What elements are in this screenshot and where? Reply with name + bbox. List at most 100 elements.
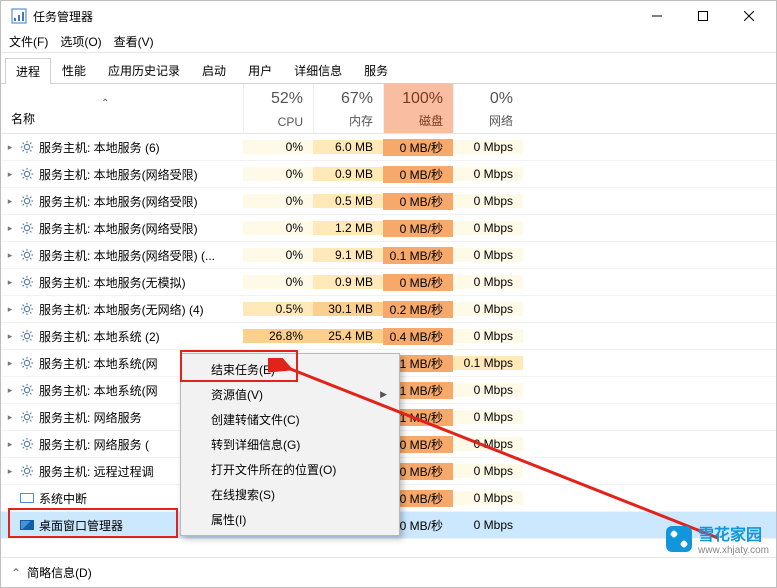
process-name: 服务主机: 本地系统(网: [39, 382, 158, 399]
maximize-button[interactable]: [680, 1, 726, 31]
footer-label[interactable]: 简略信息(D): [27, 564, 92, 581]
sort-caret-icon: ⌃: [101, 98, 109, 109]
context-menu-label: 转到详细信息(G): [211, 436, 300, 453]
metric-cell: 1.2 MB: [313, 221, 383, 235]
tab-5[interactable]: 详细信息: [283, 57, 353, 83]
metric-cell: 0 Mbps: [453, 464, 523, 478]
metric-cell: 0%: [243, 140, 313, 154]
gear-icon: [19, 274, 35, 290]
metric-cell: 0 Mbps: [453, 140, 523, 154]
gear-icon: [19, 355, 35, 371]
table-row[interactable]: ▸服务主机: 本地系统 (2)26.8%25.4 MB0.4 MB/秒0 Mbp…: [1, 323, 776, 350]
process-name: 服务主机: 网络服务: [39, 409, 142, 426]
col-header-内存[interactable]: 67%内存: [313, 84, 383, 133]
metric-cell: 0 MB/秒: [383, 220, 453, 237]
col-header-网络[interactable]: 0%网络: [453, 84, 523, 133]
expand-toggle[interactable]: ▸: [5, 412, 15, 423]
gear-icon: [19, 382, 35, 398]
tab-6[interactable]: 服务: [353, 57, 399, 83]
metric-cell: 0 Mbps: [453, 221, 523, 235]
gear-icon: [19, 301, 35, 317]
column-header: ⌃ 名称 52%CPU67%内存100%磁盘0%网络: [1, 84, 776, 134]
metric-cell: 0 Mbps: [453, 518, 523, 532]
process-name-cell: ▸ 服务主机: 本地系统 (2): [1, 328, 243, 345]
process-name-cell: ▸ 服务主机: 本地服务(网络受限): [1, 220, 243, 237]
metric-cell: 0 Mbps: [453, 383, 523, 397]
metric-cell: 0%: [243, 275, 313, 289]
col-header-磁盘[interactable]: 100%磁盘: [383, 84, 453, 133]
gear-icon: [19, 139, 35, 155]
gear-icon: [19, 166, 35, 182]
expand-toggle[interactable]: ▸: [5, 169, 15, 180]
expand-toggle[interactable]: ▸: [5, 223, 15, 234]
context-menu-label: 打开文件所在的位置(O): [211, 461, 336, 478]
table-row[interactable]: ▸服务主机: 本地服务(网络受限) (...0%9.1 MB0.1 MB/秒0 …: [1, 242, 776, 269]
col-name-label: 名称: [11, 110, 35, 127]
context-menu-item[interactable]: 资源值(V) ▶: [183, 382, 397, 407]
minimize-button[interactable]: [634, 1, 680, 31]
footer: ⌃ 简略信息(D): [1, 557, 776, 587]
col-header-CPU[interactable]: 52%CPU: [243, 84, 313, 133]
metric-cell: 0.5 MB: [313, 194, 383, 208]
context-menu-item[interactable]: 转到详细信息(G): [183, 432, 397, 457]
table-row[interactable]: ▸服务主机: 本地服务(网络受限)0%0.5 MB0 MB/秒0 Mbps: [1, 188, 776, 215]
process-name: 服务主机: 本地服务(网络受限) (...: [39, 247, 215, 264]
watermark: 雪花家园 www.xhjaty.com: [666, 521, 769, 556]
context-menu-label: 创建转储文件(C): [211, 411, 300, 428]
expand-toggle[interactable]: ▸: [5, 142, 15, 153]
metric-cell: 0.9 MB: [313, 167, 383, 181]
close-button[interactable]: [726, 1, 772, 31]
metric-cell: 0%: [243, 194, 313, 208]
metric-cell: 0 Mbps: [453, 194, 523, 208]
tab-2[interactable]: 应用历史记录: [97, 57, 191, 83]
expand-toggle[interactable]: ▸: [5, 358, 15, 369]
collapse-caret-icon[interactable]: ⌃: [11, 566, 21, 580]
titlebar[interactable]: 任务管理器: [1, 1, 776, 31]
expand-toggle[interactable]: ▸: [5, 331, 15, 342]
menu-file[interactable]: 文件(F): [9, 33, 48, 50]
process-name-cell: ▸服务主机: 本地服务 (6): [1, 139, 243, 156]
metric-cell: 0 MB/秒: [383, 274, 453, 291]
context-menu-item[interactable]: 在线搜索(S): [183, 482, 397, 507]
table-row[interactable]: ▸服务主机: 本地服务(网络受限)0%0.9 MB0 MB/秒0 Mbps: [1, 161, 776, 188]
submenu-arrow-icon: ▶: [380, 389, 387, 400]
system-icon: [19, 490, 35, 506]
context-menu-label: 资源值(V): [211, 386, 263, 403]
context-menu-label: 在线搜索(S): [211, 486, 275, 503]
context-menu-item[interactable]: 创建转储文件(C): [183, 407, 397, 432]
expand-toggle[interactable]: ▸: [5, 466, 15, 477]
gear-icon: [19, 409, 35, 425]
table-row[interactable]: ▸服务主机: 本地服务(无网络) (4)0.5%30.1 MB0.2 MB/秒0…: [1, 296, 776, 323]
menubar: 文件(F) 选项(O) 查看(V): [1, 31, 776, 53]
table-row[interactable]: ▸服务主机: 本地服务(网络受限)0%1.2 MB0 MB/秒0 Mbps: [1, 215, 776, 242]
metric-cell: 0 MB/秒: [383, 139, 453, 156]
tab-3[interactable]: 启动: [191, 57, 237, 83]
metric-cell: 0%: [243, 167, 313, 181]
table-row[interactable]: ▸服务主机: 本地服务(无模拟)0%0.9 MB0 MB/秒0 Mbps: [1, 269, 776, 296]
expand-toggle[interactable]: ▸: [5, 277, 15, 288]
expand-toggle[interactable]: ▸: [5, 385, 15, 396]
table-row[interactable]: ▸服务主机: 本地服务 (6)0%6.0 MB0 MB/秒0 Mbps: [1, 134, 776, 161]
menu-view[interactable]: 查看(V): [114, 33, 154, 50]
expand-toggle[interactable]: ▸: [5, 304, 15, 315]
process-name-cell: ▸服务主机: 本地服务(无模拟): [1, 274, 243, 291]
expand-toggle[interactable]: ▸: [5, 439, 15, 450]
metric-cell: 6.0 MB: [313, 140, 383, 154]
metric-cell: 0 Mbps: [453, 410, 523, 424]
tab-4[interactable]: 用户: [237, 57, 283, 83]
process-name: 服务主机: 本地系统(网: [39, 355, 158, 372]
gear-icon: [19, 220, 35, 236]
tab-1[interactable]: 性能: [51, 57, 97, 83]
process-name-cell: ▸服务主机: 本地服务(网络受限): [1, 166, 243, 183]
expand-toggle[interactable]: ▸: [5, 250, 15, 261]
context-menu-item[interactable]: 结束任务(E): [183, 357, 397, 382]
tab-0[interactable]: 进程: [5, 58, 51, 84]
context-menu-item[interactable]: 打开文件所在的位置(O): [183, 457, 397, 482]
metric-cell: 0 Mbps: [453, 167, 523, 181]
context-menu-item[interactable]: 属性(I): [183, 507, 397, 532]
menu-options[interactable]: 选项(O): [60, 33, 101, 50]
expand-toggle[interactable]: ▸: [5, 196, 15, 207]
process-name: 服务主机: 本地系统 (2): [39, 328, 160, 345]
col-name[interactable]: ⌃ 名称: [1, 84, 243, 133]
process-name: 服务主机: 本地服务(网络受限): [39, 220, 198, 237]
